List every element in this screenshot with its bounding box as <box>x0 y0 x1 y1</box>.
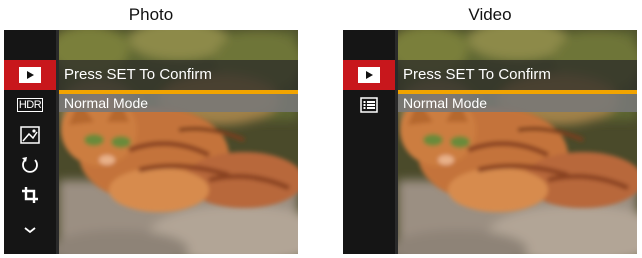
sidebar-item-rotate[interactable] <box>4 150 56 180</box>
video-caption: Video <box>468 5 512 24</box>
sidebar-item-list[interactable] <box>343 90 395 120</box>
sidebar-item-play[interactable] <box>4 60 56 90</box>
play-icon <box>19 67 41 83</box>
photo-menu-sidebar: HDR <box>4 30 56 254</box>
list-icon <box>360 97 378 113</box>
video-preview: Press SET To Confirm Normal Mode <box>398 30 637 254</box>
sidebar-item-effect[interactable] <box>4 120 56 150</box>
confirm-prompt: Press SET To Confirm <box>59 60 298 90</box>
rotate-icon <box>22 157 38 173</box>
photo-playback-screen: HDR Press SET To Confirm Normal Mode <box>4 30 298 254</box>
sidebar-item-hdr[interactable]: HDR <box>4 90 56 120</box>
video-playback-screen: Press SET To Confirm Normal Mode <box>343 30 637 254</box>
play-icon <box>358 67 380 83</box>
sidebar-item-play[interactable] <box>343 60 395 90</box>
mode-label: Normal Mode <box>59 94 298 112</box>
portrait-effect-icon <box>20 126 40 144</box>
photo-preview: Press SET To Confirm Normal Mode <box>59 30 298 254</box>
video-menu-sidebar <box>343 30 395 254</box>
chevron-down-icon <box>24 227 36 234</box>
confirm-prompt: Press SET To Confirm <box>398 60 637 90</box>
mode-label: Normal Mode <box>398 94 637 112</box>
sidebar-scroll-down[interactable] <box>4 215 56 245</box>
photo-caption: Photo <box>128 5 174 24</box>
crop-icon <box>22 187 38 203</box>
sidebar-item-crop[interactable] <box>4 180 56 210</box>
hdr-icon: HDR <box>16 98 44 112</box>
